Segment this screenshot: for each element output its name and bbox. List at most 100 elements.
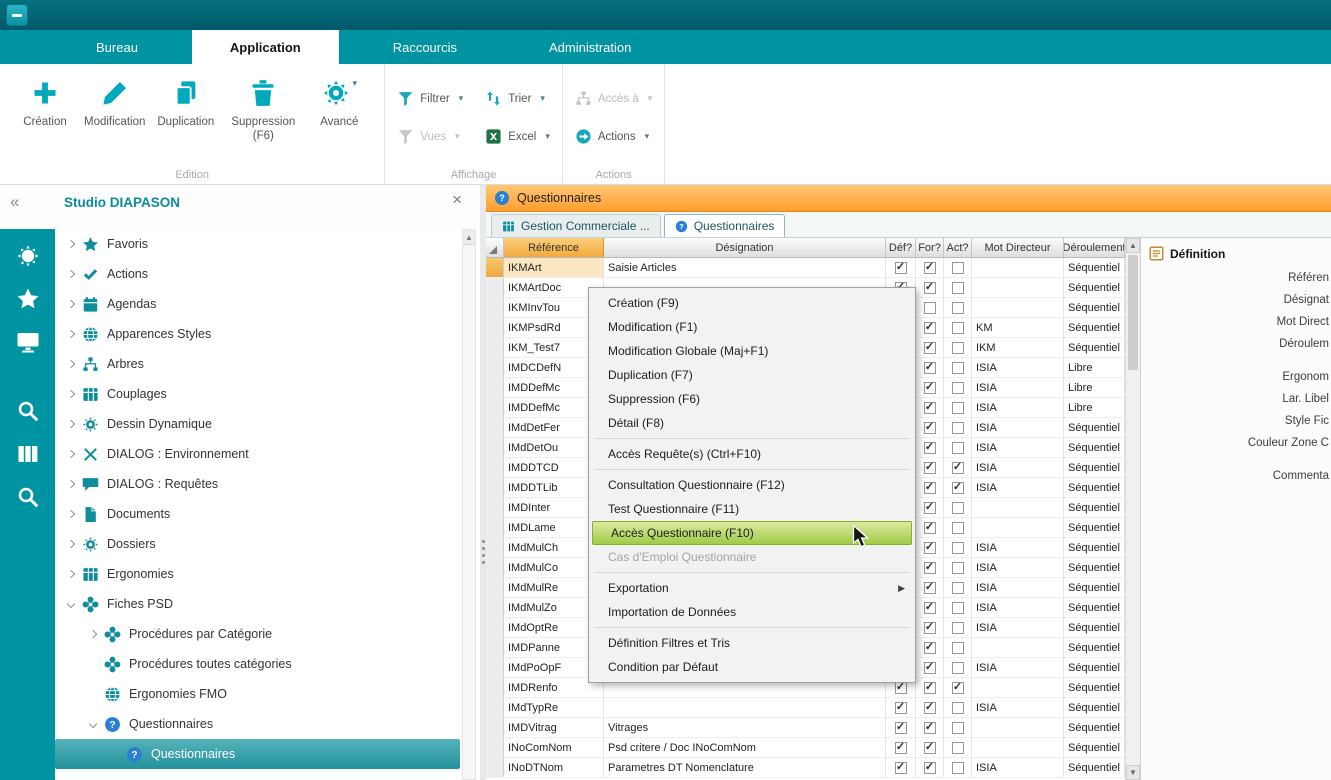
gear-icon[interactable] xyxy=(15,243,41,269)
checkbox-act[interactable] xyxy=(952,262,964,274)
checkbox-for[interactable]: ✓ xyxy=(924,502,936,514)
checkbox-act[interactable] xyxy=(952,742,964,754)
tree-item-procedures-par-categorie[interactable]: Procédures par Catégorie xyxy=(55,619,460,649)
chevron-down-icon[interactable] xyxy=(85,721,101,727)
checkbox-for[interactable]: ✓ xyxy=(924,482,936,494)
vues-button[interactable]: Vues▾ xyxy=(397,124,463,149)
checkbox-for[interactable]: ✓ xyxy=(924,542,936,554)
checkbox-act[interactable] xyxy=(952,582,964,594)
column-header-act[interactable]: Act? xyxy=(944,238,972,257)
checkbox-for[interactable]: ✓ xyxy=(924,742,936,754)
menu-item-exportation[interactable]: Exportation▶ xyxy=(590,576,914,600)
checkbox-for[interactable]: ✓ xyxy=(924,282,936,294)
modification-button[interactable]: Modification xyxy=(78,72,151,133)
tree-item-couplages[interactable]: Couplages xyxy=(55,379,460,409)
chevron-right-icon[interactable] xyxy=(63,391,79,397)
checkbox-for[interactable]: ✓ xyxy=(924,422,936,434)
menu-item-creation-f9[interactable]: Création (F9) xyxy=(590,291,914,315)
menu-item-importation-de-donnees[interactable]: Importation de Données xyxy=(590,600,914,624)
creation-button[interactable]: Création xyxy=(12,72,78,133)
ribbon-tab-raccourcis[interactable]: Raccourcis xyxy=(355,30,495,64)
avance-button[interactable]: ▾Avancé xyxy=(306,72,372,133)
scroll-thumb[interactable] xyxy=(1128,255,1138,370)
checkbox-act[interactable] xyxy=(952,642,964,654)
acces-a-button[interactable]: Accès à▾ xyxy=(575,86,652,111)
table-row[interactable]: IMdTypRe✓✓ISIASéquentiel xyxy=(486,698,1125,718)
checkbox-def[interactable]: ✓ xyxy=(895,762,907,774)
excel-button[interactable]: Excel▾ xyxy=(485,124,550,149)
checkbox-for[interactable]: ✓ xyxy=(924,582,936,594)
chevron-right-icon[interactable] xyxy=(63,301,79,307)
ribbon-tab-application[interactable]: Application xyxy=(192,30,339,64)
checkbox-act[interactable] xyxy=(952,302,964,314)
checkbox-for[interactable]: ✓ xyxy=(924,402,936,414)
chevron-right-icon[interactable] xyxy=(63,271,79,277)
suppression-f6-button[interactable]: Suppression (F6) xyxy=(220,72,306,148)
tree-item-dessin-dynamique[interactable]: Dessin Dynamique xyxy=(55,409,460,439)
menu-item-test-questionnaire-f11[interactable]: Test Questionnaire (F11) xyxy=(590,497,914,521)
menu-item-condition-par-defaut[interactable]: Condition par Défaut xyxy=(590,655,914,679)
table-row[interactable]: IMDVitragVitrages✓✓Séquentiel xyxy=(486,718,1125,738)
checkbox-act[interactable] xyxy=(952,502,964,514)
checkbox-act[interactable]: ✓ xyxy=(952,682,964,694)
columns-icon[interactable] xyxy=(15,441,41,467)
collapse-icon[interactable]: « xyxy=(10,192,19,212)
tree-item-questionnaires[interactable]: ?Questionnaires xyxy=(55,709,460,739)
menu-item-duplication-f7[interactable]: Duplication (F7) xyxy=(590,363,914,387)
ribbon-tab-administration[interactable]: Administration xyxy=(511,30,669,64)
checkbox-act[interactable]: ✓ xyxy=(952,482,964,494)
filtrer-button[interactable]: Filtrer▾ xyxy=(397,86,463,111)
checkbox-for[interactable]: ✓ xyxy=(924,682,936,694)
tree-item-agendas[interactable]: Agendas xyxy=(55,289,460,319)
checkbox-act[interactable] xyxy=(952,542,964,554)
chevron-right-icon[interactable] xyxy=(63,511,79,517)
table-scrollbar[interactable]: ▲ ▼ xyxy=(1125,238,1140,780)
chevron-right-icon[interactable] xyxy=(63,361,79,367)
tree-item-fiches-psd[interactable]: Fiches PSD xyxy=(55,589,460,619)
checkbox-for[interactable]: ✓ xyxy=(924,382,936,394)
checkbox-act[interactable] xyxy=(952,342,964,354)
close-icon[interactable]: × xyxy=(452,190,462,210)
tree-item-ergonomies[interactable]: Ergonomies xyxy=(55,559,460,589)
checkbox-for[interactable]: ✓ xyxy=(924,722,936,734)
scroll-up-icon[interactable]: ▲ xyxy=(1126,238,1140,253)
tree-item-procedures-toutes-categories[interactable]: Procédures toutes catégories xyxy=(55,649,460,679)
checkbox-for[interactable]: ✓ xyxy=(924,622,936,634)
checkbox-for[interactable]: ✓ xyxy=(924,362,936,374)
search-icon[interactable] xyxy=(15,398,41,424)
checkbox-act[interactable] xyxy=(952,722,964,734)
scroll-down-icon[interactable]: ▼ xyxy=(1126,765,1140,780)
column-header-designation[interactable]: Désignation xyxy=(604,238,886,257)
checkbox-for[interactable]: ✓ xyxy=(924,462,936,474)
chevron-right-icon[interactable] xyxy=(63,241,79,247)
menu-item-definition-filtres-et-tris[interactable]: Définition Filtres et Tris xyxy=(590,631,914,655)
checkbox-def[interactable]: ✓ xyxy=(895,702,907,714)
checkbox-for[interactable]: ✓ xyxy=(924,562,936,574)
checkbox-act[interactable]: ✓ xyxy=(952,462,964,474)
tree-item-apparences-styles[interactable]: Apparences Styles xyxy=(55,319,460,349)
ribbon-tab-bureau[interactable]: Bureau xyxy=(58,30,176,64)
star-icon[interactable] xyxy=(15,286,41,312)
checkbox-act[interactable] xyxy=(952,622,964,634)
checkbox-for[interactable]: ✓ xyxy=(924,762,936,774)
tree-item-ergonomies-fmo[interactable]: Ergonomies FMO xyxy=(55,679,460,709)
menu-item-acces-questionnaire-f10[interactable]: Accès Questionnaire (F10) xyxy=(592,521,912,545)
checkbox-act[interactable] xyxy=(952,282,964,294)
checkbox-act[interactable] xyxy=(952,762,964,774)
checkbox-act[interactable] xyxy=(952,402,964,414)
checkbox-act[interactable] xyxy=(952,602,964,614)
tree-scroll-up-icon[interactable]: ▲ xyxy=(463,230,475,245)
checkbox-for[interactable]: ✓ xyxy=(924,642,936,654)
tree-scrollbar[interactable]: ▲ xyxy=(462,229,476,780)
menu-item-acces-requete-s-ctrl-f10[interactable]: Accès Requête(s) (Ctrl+F10) xyxy=(590,442,914,466)
tree-item-documents[interactable]: Documents xyxy=(55,499,460,529)
checkbox-def[interactable]: ✓ xyxy=(895,262,907,274)
chevron-right-icon[interactable] xyxy=(63,481,79,487)
checkbox-def[interactable]: ✓ xyxy=(895,682,907,694)
search-icon[interactable] xyxy=(15,484,41,510)
monitor-icon[interactable] xyxy=(15,329,41,355)
duplication-button[interactable]: Duplication xyxy=(151,72,220,133)
checkbox-def[interactable]: ✓ xyxy=(895,722,907,734)
menu-item-suppression-f6[interactable]: Suppression (F6) xyxy=(590,387,914,411)
app-menu-button[interactable] xyxy=(6,4,28,26)
